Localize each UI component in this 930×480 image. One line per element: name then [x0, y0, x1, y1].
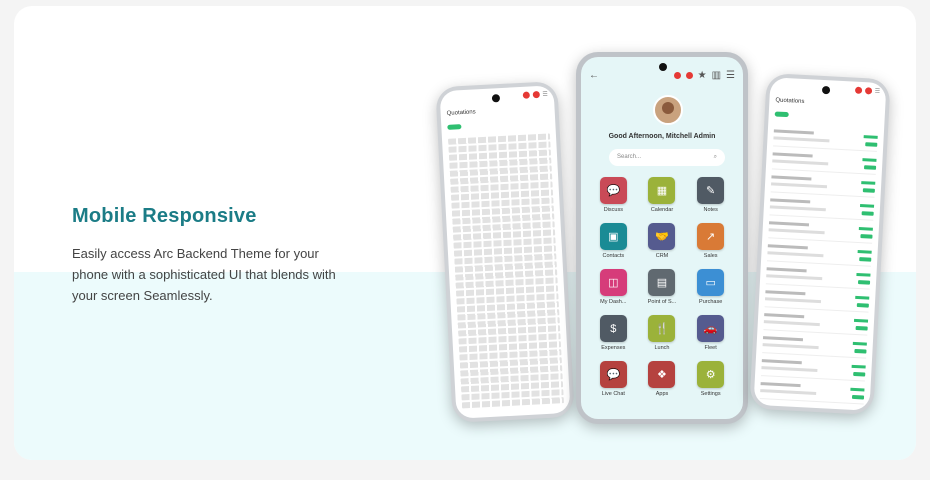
list-item[interactable] [771, 150, 877, 175]
top-bar-icons: ★ ▥ ☰ [673, 70, 735, 81]
app-calendar[interactable]: ▦ Calendar [638, 177, 687, 213]
app-point-of-s[interactable]: ▤ Point of S... [638, 269, 687, 305]
menu-icon[interactable]: ☰ [726, 70, 735, 81]
chat-badge-icon[interactable] [673, 71, 681, 79]
right-phone-screen: ☰ Quotations [753, 77, 887, 411]
company-icon[interactable]: ▥ [712, 70, 721, 81]
expenses-icon: $ [599, 315, 627, 342]
app-discuss[interactable]: 💬 Discuss [589, 177, 638, 213]
search-placeholder: Search... [617, 154, 642, 160]
app-expenses[interactable]: $ Expenses [589, 315, 638, 351]
list-item[interactable] [763, 311, 869, 336]
app-label: Apps [655, 391, 669, 397]
right-phone-mockup: ☰ Quotations [749, 72, 891, 416]
list-item[interactable] [765, 265, 871, 290]
center-phone-mockup: ← ★ ▥ ☰ Good Afternoon, Mitchell Admin S… [576, 52, 748, 424]
app-label: Point of S... [647, 299, 677, 305]
card-icon: ▭ [697, 269, 725, 296]
cutlery-icon: 🍴 [648, 315, 676, 342]
app-lunch[interactable]: 🍴 Lunch [638, 315, 687, 351]
create-button[interactable] [447, 124, 462, 130]
app-label: Expenses [601, 345, 626, 351]
create-button[interactable] [774, 111, 789, 118]
list-item[interactable] [762, 334, 868, 359]
live-chat-icon: 💬 [599, 361, 627, 388]
left-phone-screen: ☰ Quotations [439, 85, 571, 419]
app-label: Settings [700, 391, 721, 397]
list-item[interactable] [764, 288, 870, 313]
app-label: Notes [703, 207, 718, 213]
app-notes[interactable]: ✎ Notes [686, 177, 735, 213]
list-item[interactable] [758, 403, 864, 411]
app-settings[interactable]: ⚙ Settings [686, 361, 735, 397]
notes-icon: ✎ [697, 177, 725, 204]
list-item[interactable] [759, 380, 865, 405]
app-label: Discuss [603, 207, 623, 213]
left-phone-mockup: ☰ Quotations [435, 81, 575, 423]
search-input[interactable]: Search... ⌕ [609, 149, 725, 166]
avatar[interactable] [653, 95, 683, 125]
app-label: Fleet [704, 345, 717, 351]
chart-up-icon: ↗ [697, 223, 725, 250]
app-label: Live Chat [601, 391, 625, 397]
list-item[interactable] [770, 173, 876, 198]
app-fleet[interactable]: 🚗 Fleet [686, 315, 735, 351]
back-arrow-icon[interactable]: ← [589, 70, 599, 81]
store-icon: ▤ [648, 269, 676, 296]
list-item[interactable] [773, 127, 878, 152]
app-label: Contacts [602, 253, 625, 259]
app-contacts[interactable]: ▣ Contacts [589, 223, 638, 259]
app-apps[interactable]: ❖ Apps [638, 361, 687, 397]
list-item[interactable] [768, 219, 874, 244]
star-icon[interactable]: ★ [698, 70, 707, 81]
section-heading: Mobile Responsive [72, 205, 257, 227]
app-crm[interactable]: 🤝 CRM [638, 223, 687, 259]
app-live-chat[interactable]: 💬 Live Chat [589, 361, 638, 397]
dashboard-icon: ◫ [599, 269, 627, 296]
gear-icon: ⚙ [697, 361, 725, 388]
chat-icon: 💬 [599, 177, 627, 204]
app-grid: 💬 Discuss ▦ Calendar ✎ Notes ▣ Contacts 🤝 CRM ↗ Sal… [589, 177, 735, 397]
list-item[interactable] [761, 357, 866, 382]
car-icon: 🚗 [697, 315, 725, 342]
greeting-text: Good Afternoon, Mitchell Admin [608, 133, 716, 140]
calendar-icon: ▦ [648, 177, 676, 204]
section-description: Easily access Arc Backend Theme for your… [72, 246, 336, 303]
search-icon[interactable]: ⌕ [714, 154, 717, 161]
camera-notch [659, 63, 667, 71]
center-phone-screen: ← ★ ▥ ☰ Good Afternoon, Mitchell Admin S… [581, 57, 743, 419]
app-sales[interactable]: ↗ Sales [686, 223, 735, 259]
promo-card: Mobile Responsive Easily access Arc Back… [14, 6, 916, 460]
list-item[interactable] [769, 196, 875, 221]
app-purchase[interactable]: ▭ Purchase [686, 269, 735, 305]
app-my-dash[interactable]: ◫ My Dash... [589, 269, 638, 305]
app-label: Sales [703, 253, 718, 259]
app-label: CRM [655, 253, 669, 259]
app-label: Lunch [654, 345, 670, 351]
activity-badge-icon[interactable] [685, 71, 693, 79]
contacts-icon: ▣ [599, 223, 627, 250]
apps-icon: ❖ [648, 361, 676, 388]
app-label: Purchase [699, 299, 723, 305]
list-item[interactable] [767, 242, 872, 267]
app-label: My Dash... [600, 299, 627, 305]
app-label: Calendar [650, 207, 674, 213]
handshake-icon: 🤝 [648, 223, 676, 250]
